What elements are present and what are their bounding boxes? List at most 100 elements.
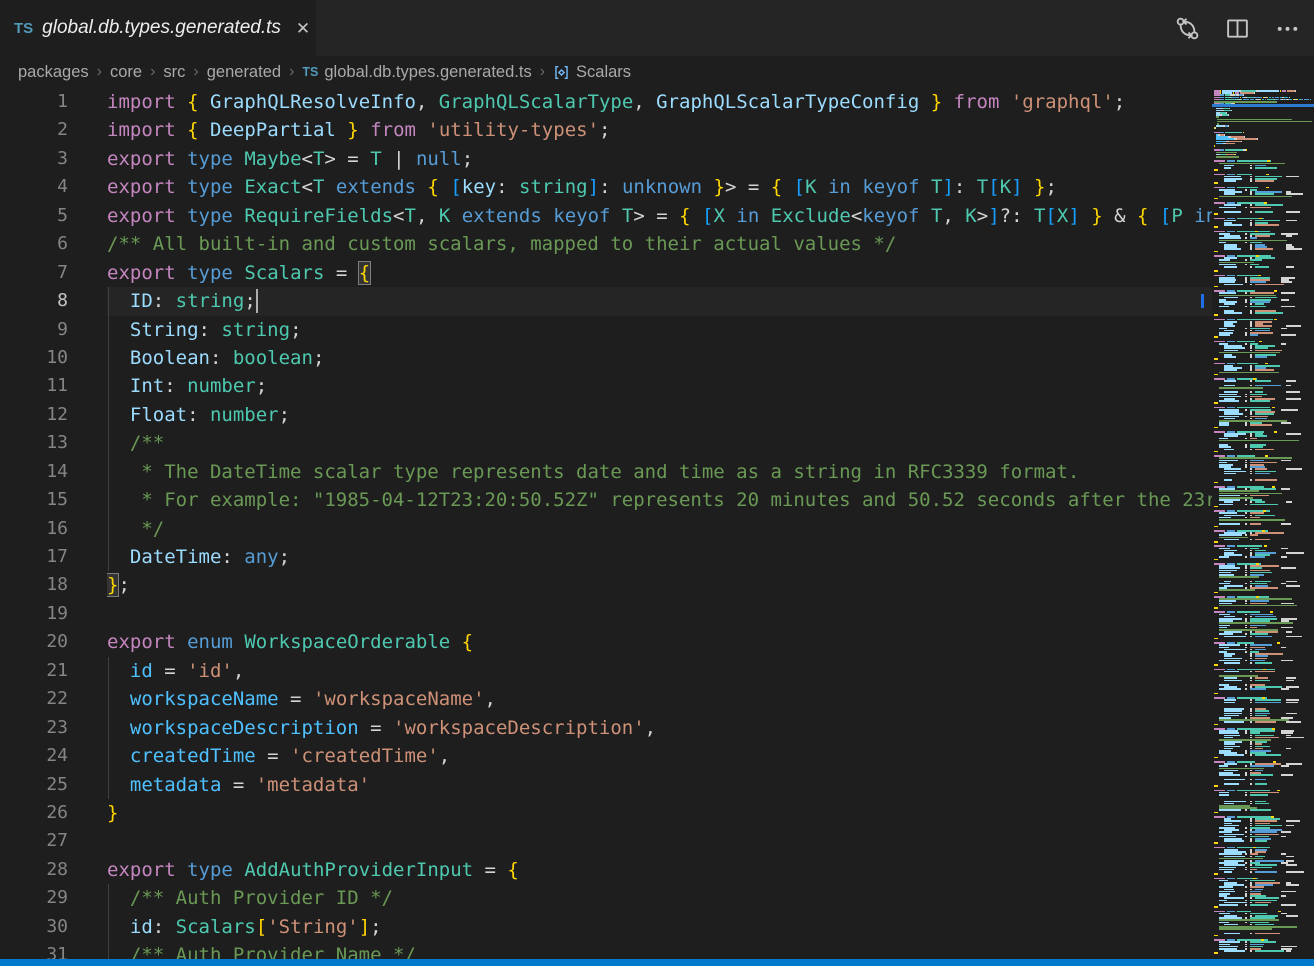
- line-number[interactable]: 24: [0, 742, 68, 770]
- line-number[interactable]: 26: [0, 799, 68, 827]
- code-line[interactable]: String: string;: [107, 316, 1212, 344]
- code-line[interactable]: export enum WorkspaceOrderable {: [107, 628, 1212, 656]
- line-number[interactable]: 18: [0, 571, 68, 599]
- code-line[interactable]: Int: number;: [107, 372, 1212, 400]
- minimap-line: [1250, 207, 1271, 209]
- code-line[interactable]: id: Scalars['String'];: [107, 913, 1212, 941]
- minimap-line: [1224, 167, 1231, 169]
- line-number[interactable]: 9: [0, 316, 68, 344]
- breadcrumb-separator: ›: [540, 63, 545, 81]
- line-number[interactable]: 28: [0, 856, 68, 884]
- breadcrumb-item-scalars[interactable]: Scalars: [553, 63, 631, 82]
- line-number[interactable]: 6: [0, 230, 68, 258]
- line-number[interactable]: 19: [0, 600, 68, 628]
- code-line[interactable]: workspaceName = 'workspaceName',: [107, 685, 1212, 713]
- line-number[interactable]: 7: [0, 259, 68, 287]
- minimap[interactable]: [1212, 88, 1314, 959]
- code-line[interactable]: Float: number;: [107, 401, 1212, 429]
- line-number[interactable]: 27: [0, 827, 68, 855]
- code-line[interactable]: /** Auth Provider ID */: [107, 884, 1212, 912]
- minimap-line: [1245, 189, 1247, 191]
- code-line[interactable]: [107, 827, 1212, 855]
- code-line[interactable]: /** Auth Provider Name */: [107, 941, 1212, 959]
- split-editor-icon[interactable]: [1224, 15, 1250, 41]
- line-number[interactable]: 11: [0, 372, 68, 400]
- code-editor[interactable]: 1234567891011121314151617181920212223242…: [0, 88, 1314, 959]
- minimap-line: [1245, 853, 1247, 855]
- minimap-line: [1225, 132, 1242, 134]
- line-number[interactable]: 21: [0, 657, 68, 685]
- code-line[interactable]: import { GraphQLResolveInfo, GraphQLScal…: [107, 88, 1212, 116]
- line-number[interactable]: 10: [0, 344, 68, 372]
- line-number[interactable]: 14: [0, 458, 68, 486]
- line-number[interactable]: 3: [0, 145, 68, 173]
- line-numbers[interactable]: 1234567891011121314151617181920212223242…: [0, 88, 68, 959]
- breadcrumb-item-packages[interactable]: packages: [18, 63, 89, 82]
- code-line[interactable]: [107, 600, 1212, 628]
- line-number[interactable]: 16: [0, 515, 68, 543]
- line-number[interactable]: 15: [0, 486, 68, 514]
- code-line[interactable]: }: [107, 799, 1212, 827]
- line-number[interactable]: 13: [0, 429, 68, 457]
- breadcrumb-item-global-db-types-generated-ts[interactable]: TSglobal.db.types.generated.ts: [302, 63, 531, 82]
- line-number[interactable]: 1: [0, 88, 68, 116]
- minimap-line: [1255, 783, 1267, 785]
- line-number[interactable]: 2: [0, 116, 68, 144]
- minimap-line: [1245, 343, 1247, 345]
- breadcrumb-item-src[interactable]: src: [163, 63, 185, 82]
- minimap-line: [1219, 523, 1240, 525]
- code-lines[interactable]: import { GraphQLResolveInfo, GraphQLScal…: [107, 88, 1212, 959]
- breadcrumb-label: packages: [18, 63, 89, 82]
- code-line[interactable]: export type Maybe<T> = T | null;: [107, 145, 1212, 173]
- minimap-line: [1214, 358, 1218, 360]
- minimap-line: [1281, 774, 1293, 776]
- line-number[interactable]: 12: [0, 401, 68, 429]
- code-line[interactable]: metadata = 'metadata': [107, 771, 1212, 799]
- minimap-line: [1224, 871, 1232, 873]
- line-number[interactable]: 4: [0, 173, 68, 201]
- breadcrumb-item-generated[interactable]: generated: [207, 63, 281, 82]
- line-number[interactable]: 25: [0, 771, 68, 799]
- code-line[interactable]: };: [107, 571, 1212, 599]
- breadcrumb-label: generated: [207, 63, 281, 82]
- line-number[interactable]: 29: [0, 884, 68, 912]
- breadcrumb-item-core[interactable]: core: [110, 63, 142, 82]
- code-line[interactable]: /** All built-in and custom scalars, map…: [107, 230, 1212, 258]
- line-number[interactable]: 31: [0, 941, 68, 959]
- line-number[interactable]: 22: [0, 685, 68, 713]
- code-line[interactable]: /**: [107, 429, 1212, 457]
- code-line[interactable]: export type AddAuthProviderInput = {: [107, 856, 1212, 884]
- open-changes-icon[interactable]: [1174, 15, 1200, 41]
- code-line[interactable]: export type Scalars = {: [107, 259, 1212, 287]
- minimap-line: [1286, 380, 1296, 382]
- more-actions-icon[interactable]: [1274, 15, 1300, 41]
- code-line[interactable]: id = 'id',: [107, 657, 1212, 685]
- code-line[interactable]: */: [107, 515, 1212, 543]
- code-line[interactable]: DateTime: any;: [107, 543, 1212, 571]
- close-tab-icon[interactable]: ✕: [293, 18, 313, 39]
- line-number[interactable]: 20: [0, 628, 68, 656]
- minimap-line: [1224, 950, 1245, 952]
- minimap-line: [1224, 380, 1236, 382]
- code-line[interactable]: workspaceDescription = 'workspaceDescrip…: [107, 714, 1212, 742]
- code-line[interactable]: export type RequireFields<T, K extends k…: [107, 202, 1212, 230]
- line-number[interactable]: 17: [0, 543, 68, 571]
- minimap-line: [1241, 141, 1242, 143]
- code-line[interactable]: * The DateTime scalar type represents da…: [107, 458, 1212, 486]
- code-line[interactable]: * For example: "1985-04-12T23:20:50.52Z"…: [107, 486, 1212, 514]
- minimap-line: [1245, 904, 1247, 906]
- code-line[interactable]: import { DeepPartial } from 'utility-typ…: [107, 116, 1212, 144]
- line-number[interactable]: 8: [0, 287, 68, 315]
- line-number[interactable]: 30: [0, 913, 68, 941]
- line-number[interactable]: 23: [0, 714, 68, 742]
- line-number[interactable]: 5: [0, 202, 68, 230]
- minimap-line: [1245, 809, 1247, 811]
- code-line[interactable]: ID: string;: [107, 287, 1212, 315]
- tab-global-db-types-generated[interactable]: TS global.db.types.generated.ts ✕: [0, 0, 316, 56]
- code-line[interactable]: export type Exact<T extends { [key: stri…: [107, 173, 1212, 201]
- minimap-line: [1214, 812, 1218, 814]
- code-line[interactable]: createdTime = 'createdTime',: [107, 742, 1212, 770]
- minimap-line: [1231, 110, 1232, 112]
- code-line[interactable]: Boolean: boolean;: [107, 344, 1212, 372]
- minimap-line: [1214, 314, 1218, 316]
